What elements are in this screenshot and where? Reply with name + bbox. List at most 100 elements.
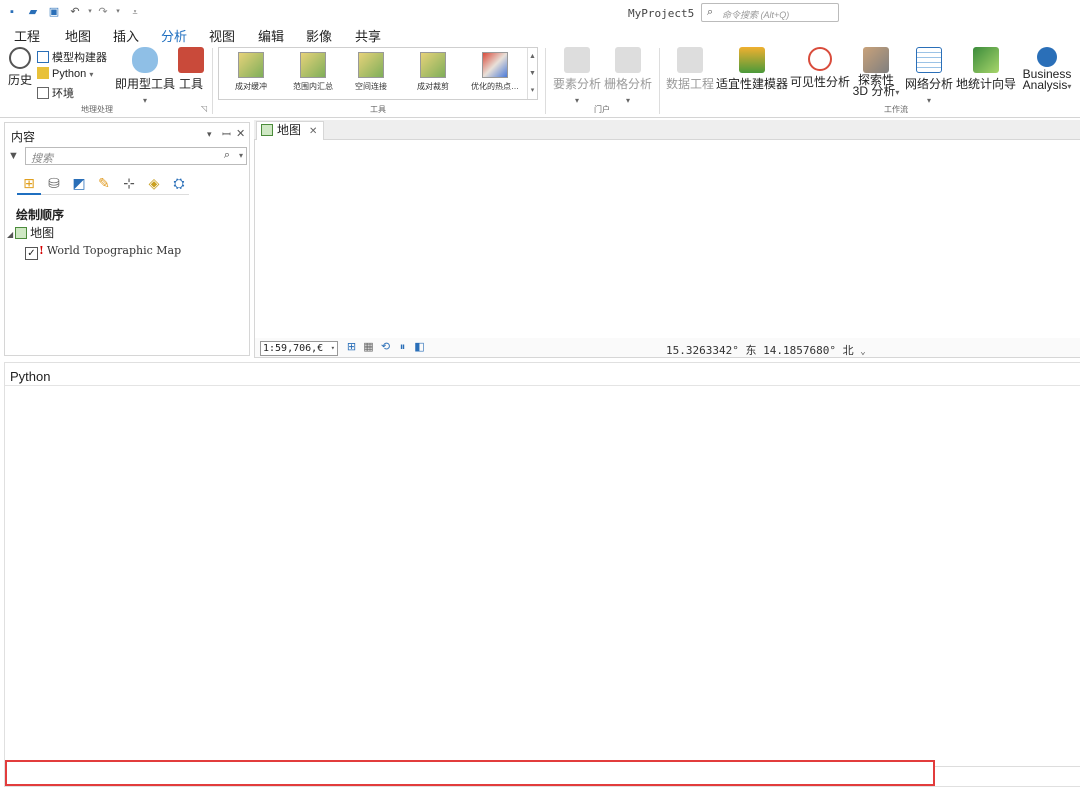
pane-options-icon[interactable]: ▾ (207, 129, 212, 140)
python-command-input[interactable] (5, 760, 935, 786)
geostatistical-wizard-label: 地统计向导 (956, 77, 1017, 91)
hot-spot-icon (482, 52, 508, 78)
map-node-label: 地图 (30, 226, 55, 240)
geoprocessing-launcher-icon[interactable]: ◹ (201, 104, 207, 113)
warning-icon: ! (39, 244, 44, 257)
gallery-item-label: 成对缓冲 (235, 82, 267, 91)
grid-icon[interactable]: ▦ (362, 341, 375, 354)
list-by-selection-icon[interactable]: ◩ (70, 174, 88, 192)
save-icon[interactable]: ▣ (47, 5, 61, 19)
model-builder-button[interactable]: 模型构建器 (37, 49, 107, 65)
ready-tools-dropdown-icon: ▾ (142, 96, 147, 105)
tab-project[interactable]: 工程 (14, 26, 40, 45)
gallery-optimized-hot-spot[interactable]: 优化的热点… (465, 50, 525, 96)
expand-triangle-icon[interactable]: ◢ (7, 230, 13, 239)
suitability-modeler-label: 适宜性建模器 (716, 77, 789, 91)
layer-visibility-checkbox[interactable]: ✓ (25, 247, 38, 260)
tab-insert[interactable]: 插入 (113, 26, 139, 45)
customize-qat-icon[interactable]: ⩡ (128, 5, 142, 19)
map-canvas[interactable] (254, 140, 1080, 338)
gallery-pairwise-buffer[interactable]: 成对缓冲 (221, 50, 281, 96)
chevron-down-icon[interactable]: ▾ (239, 151, 243, 160)
command-search-input[interactable]: ⌕ 命令搜索 (Alt+Q) (701, 3, 839, 22)
list-by-perspective-icon[interactable]: ⛭ (170, 174, 188, 192)
snapping-icon[interactable]: ◧ (413, 341, 426, 354)
ribbon-separator (659, 48, 660, 114)
tab-map[interactable]: 地图 (65, 26, 91, 45)
tab-view[interactable]: 视图 (209, 26, 235, 45)
geostatistical-wizard-button[interactable]: 地统计向导 (956, 47, 1016, 92)
map-tree-node[interactable]: ◢ 地图 (7, 224, 54, 241)
gallery-pairwise-clip[interactable]: 成对裁剪 (403, 50, 463, 96)
business-analysis-button[interactable]: Business Analysis▾ (1017, 47, 1077, 92)
contents-search-input[interactable]: 搜索 ⌕ ▾ (25, 147, 247, 165)
list-by-drawing-order-icon[interactable]: ⊞ (20, 174, 38, 192)
chevron-down-icon: ⌄ (860, 347, 866, 357)
gallery-scroll-down-icon[interactable]: ▼ (527, 65, 537, 82)
suitability-modeler-button[interactable]: 适宜性建模器 (716, 47, 788, 92)
tab-edit[interactable]: 编辑 (258, 26, 284, 45)
python-button[interactable]: Python ▾ (37, 67, 93, 80)
redo-icon[interactable]: ↷ (96, 5, 110, 19)
portal-group-label: 门户 (594, 105, 610, 114)
tools-group-label: 工具 (370, 105, 386, 114)
list-by-labeling-icon[interactable]: ◈ (145, 174, 163, 192)
tab-imagery[interactable]: 影像 (306, 26, 332, 45)
filter-icon[interactable]: ▼ (8, 150, 19, 162)
undo-icon[interactable]: ↶ (68, 5, 82, 19)
layer-tree-node[interactable]: ✓! World Topographic Map (25, 244, 181, 260)
gallery-spatial-join[interactable]: 空间连接 (341, 50, 401, 96)
clip-icon (420, 52, 446, 78)
gallery-scroll-up-icon[interactable]: ▲ (527, 48, 537, 65)
history-button[interactable]: 历史 (5, 47, 35, 88)
python-pane: Python (4, 362, 1080, 787)
close-tab-icon[interactable]: ✕ (309, 126, 317, 137)
python-icon (37, 67, 49, 79)
redo-dropdown-icon[interactable]: ▾ (111, 5, 125, 19)
list-by-snapping-icon[interactable]: ⊹ (120, 174, 138, 192)
tools-button[interactable]: 工具 (177, 47, 205, 92)
data-engineering-button[interactable]: 数据工程 (665, 47, 715, 92)
coordinate-readout[interactable]: 15.3263342° 东 14.1857680° 北 ⌄ (666, 342, 866, 358)
raster-analysis-button[interactable]: 栅格分析 ▾ (603, 47, 653, 106)
geoprocessing-group-label: 地理处理 (81, 105, 113, 114)
workflows-group-label: 工作流 (884, 105, 908, 114)
gallery-item-label: 优化的热点… (471, 82, 519, 91)
coordinate-value: 15.3263342° 东 14.1857680° 北 (666, 344, 854, 357)
network-analysis-label: 网络分析 (904, 77, 953, 91)
python-input-divider (935, 766, 1080, 767)
environments-icon (37, 87, 49, 99)
gallery-summarize-within[interactable]: 范围内汇总 (283, 50, 343, 96)
pause-drawing-icon[interactable]: ⏸ (396, 341, 409, 354)
open-folder-icon[interactable]: ▰ (26, 5, 40, 19)
scale-selector[interactable]: 1:59,706,€ ▾ (260, 341, 338, 356)
contents-title: 内容 (11, 130, 36, 144)
layer-name: World Topographic Map (46, 244, 182, 257)
tab-share[interactable]: 共享 (355, 26, 381, 45)
undo-dropdown-icon[interactable]: ▾ (83, 5, 97, 19)
chevron-down-icon: ▾ (330, 344, 335, 352)
list-by-data-source-icon[interactable]: ⛁ (45, 174, 63, 192)
feature-analysis-button[interactable]: 要素分析 ▾ (552, 47, 602, 106)
visibility-analysis-button[interactable]: 可见性分析 (790, 47, 850, 90)
environments-button[interactable]: 环境 (37, 85, 74, 101)
exploratory-3d-analysis-button[interactable]: 探索性 3D 分析▾ (852, 47, 900, 98)
project-title: MyProject5 (628, 7, 695, 20)
close-icon[interactable]: ✕ (236, 127, 245, 140)
list-by-editing-icon[interactable]: ✎ (95, 174, 113, 192)
refresh-icon[interactable]: ⟲ (379, 341, 392, 354)
fixed-zoom-icon[interactable]: ⊞ (345, 341, 358, 354)
exploratory-3d-icon (863, 47, 889, 73)
map-view-tab[interactable]: 地图 ✕ (256, 121, 325, 140)
feature-analysis-dropdown-icon: ▾ (574, 96, 579, 105)
ready-tools-button[interactable]: 即用型工具 ▾ (114, 47, 176, 106)
gallery-expand-icon[interactable]: ▾ (527, 82, 537, 99)
network-analysis-button[interactable]: 网络分析 ▾ (904, 47, 954, 106)
map-icon (261, 124, 273, 136)
python-dropdown-icon: ▾ (89, 70, 94, 79)
drawing-order-heading: 绘制顺序 (16, 208, 65, 222)
pin-icon[interactable]: ꟷ (222, 127, 231, 142)
business-analysis-icon (1037, 47, 1057, 67)
ready-tools-icon (132, 47, 158, 73)
new-project-icon[interactable]: ▪ (5, 5, 19, 19)
